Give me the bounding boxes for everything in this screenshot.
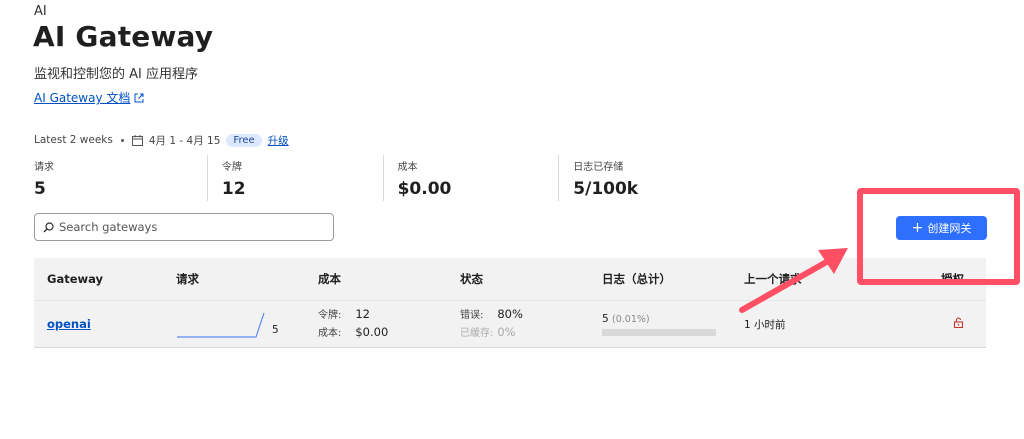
auth-cell [914, 317, 986, 331]
logs-percent: (0.01%) [612, 313, 650, 325]
header-cost[interactable]: 成本 [318, 271, 460, 287]
logs-total: 5 (0.01%) [602, 313, 744, 325]
unlocked-lock-icon[interactable] [953, 317, 964, 328]
tokens-value: 12 [355, 307, 370, 321]
docs-link[interactable]: AI Gateway 文档 [34, 89, 144, 106]
cost-label: 成本: [318, 328, 342, 339]
gateway-name-link[interactable]: openai [47, 317, 91, 331]
header-requests[interactable]: 请求 [176, 271, 318, 287]
cost-cell: 令牌: 12 成本: $0.00 [318, 306, 460, 342]
header-status[interactable]: 状态 [460, 271, 602, 287]
requests-count: 5 [272, 324, 279, 336]
stat-value: 5 [34, 179, 46, 199]
external-link-icon [134, 93, 144, 102]
cost-line: 成本: $0.00 [318, 324, 460, 342]
header-last-request[interactable]: 上一个请求 [744, 271, 914, 287]
logs-usage-bar [602, 328, 716, 336]
logs-cell: 5 (0.01%) [602, 313, 744, 336]
requests-cell: 5 [176, 309, 318, 339]
stat-logs-stored: 日志已存储 5/100k [558, 155, 734, 201]
gateways-table: Gateway 请求 成本 状态 日志（总计） 上一个请求 授权 openai … [34, 258, 986, 348]
cached-label: 已缓存: [460, 328, 494, 339]
search-icon [43, 221, 54, 232]
cached-value: 0% [497, 325, 516, 339]
cost-value: $0.00 [355, 325, 389, 339]
separator-dot [120, 138, 124, 142]
upgrade-link[interactable]: 升级 [268, 133, 289, 148]
stat-value: 12 [221, 179, 246, 199]
stat-value: $0.00 [397, 179, 452, 199]
stat-value: 5/100k [573, 179, 639, 199]
create-gateway-label: 创建网关 [927, 222, 972, 235]
tokens-label: 令牌: [318, 310, 342, 321]
sparkline-graph [177, 312, 265, 338]
stat-label: 令牌 [221, 162, 242, 173]
plus-icon: + [911, 220, 924, 236]
table-row[interactable]: openai 5 令牌: 12 成本: $0.00 错误: 80% 已缓存: 0… [34, 300, 986, 348]
errors-label: 错误: [460, 310, 484, 321]
stat-label: 请求 [34, 162, 54, 173]
stat-label: 成本 [397, 162, 418, 173]
stat-requests: 请求 5 [34, 155, 207, 201]
tokens-line: 令牌: 12 [318, 306, 460, 324]
search-input[interactable] [59, 220, 319, 234]
stat-cost: 成本 $0.00 [382, 155, 559, 201]
header-auth[interactable]: 授权 [914, 271, 986, 287]
date-range-row: Latest 2 weeks 4月 1 - 4月 15 Free 升级 [34, 132, 289, 148]
requests-sparkline: 5 [176, 309, 318, 339]
table-header: Gateway 请求 成本 状态 日志（总计） 上一个请求 授权 [34, 258, 986, 300]
errors-line: 错误: 80% [460, 306, 602, 324]
calendar-icon [131, 134, 143, 146]
stat-tokens: 令牌 12 [206, 155, 383, 201]
search-box[interactable] [34, 213, 334, 241]
header-gateway[interactable]: Gateway [34, 272, 176, 286]
errors-value: 80% [497, 307, 523, 321]
docs-link-label: AI Gateway 文档 [34, 91, 131, 105]
period-selector[interactable]: Latest 2 weeks [34, 134, 113, 146]
breadcrumb: AI [34, 4, 47, 19]
create-gateway-button[interactable]: + 创建网关 [896, 216, 987, 240]
plan-badge: Free [226, 133, 262, 147]
header-logs[interactable]: 日志（总计） [602, 271, 744, 287]
date-range[interactable]: 4月 1 - 4月 15 [149, 133, 221, 148]
page-title: AI Gateway [33, 20, 214, 53]
page-subtitle: 监视和控制您的 AI 应用程序 [34, 67, 198, 82]
cached-line: 已缓存: 0% [460, 324, 602, 342]
status-cell: 错误: 80% 已缓存: 0% [460, 306, 602, 342]
gateway-cell: openai [34, 317, 176, 331]
stat-label: 日志已存储 [573, 162, 624, 173]
logs-count: 5 [602, 312, 609, 325]
stats-summary: 请求 5 令牌 12 成本 $0.00 日志已存储 5/100k [34, 155, 734, 201]
last-request-cell: 1 小时前 [744, 318, 786, 331]
